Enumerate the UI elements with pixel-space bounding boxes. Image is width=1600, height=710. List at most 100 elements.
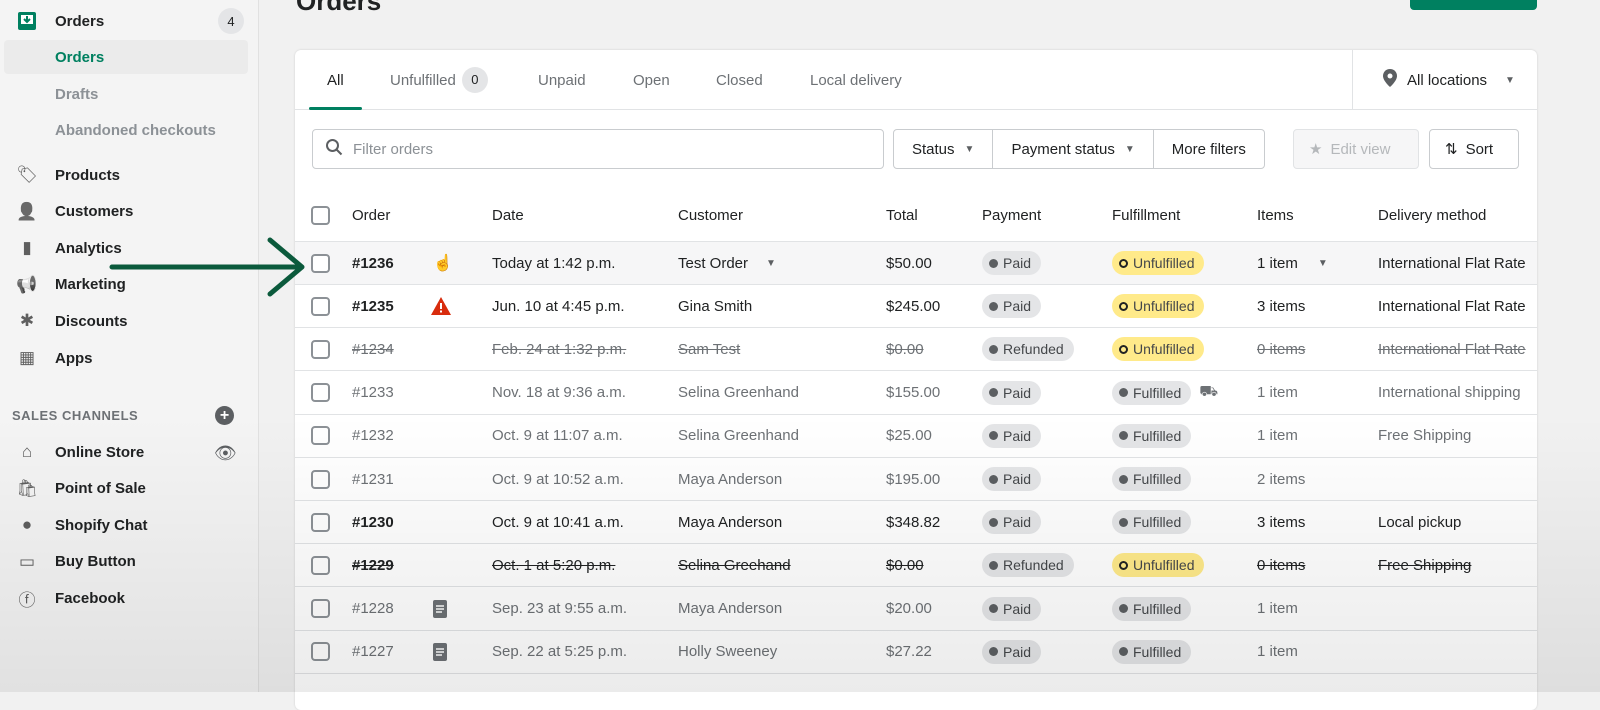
sidebar-item-label: Drafts <box>55 85 99 103</box>
header-delivery-method[interactable]: Delivery method <box>1378 190 1486 241</box>
sidebar-item-buy-button[interactable]: ▭ Buy Button <box>0 545 259 579</box>
table-row[interactable]: #1227 Sep. 22 at 5:25 p.m. Holly Sweeney… <box>295 631 1537 674</box>
payment-label: Refunded <box>1003 557 1064 574</box>
table-row[interactable]: #1228 Sep. 23 at 9:55 a.m. Maya Anderson… <box>295 588 1537 631</box>
row-checkbox[interactable] <box>311 426 330 446</box>
order-total: $50.00 <box>886 254 932 272</box>
fulfillment-label: Fulfilled <box>1133 600 1182 617</box>
sidebar-item-marketing[interactable]: 📢 Marketing <box>0 268 259 302</box>
table-row[interactable]: #1233 Nov. 18 at 9:36 a.m. Selina Greenh… <box>295 372 1537 415</box>
table-row[interactable]: #1234 Feb. 24 at 1:32 p.m. Sam Test $0.0… <box>295 328 1537 372</box>
eye-icon[interactable]: 👁 <box>214 443 237 464</box>
order-number[interactable]: #1236 <box>352 242 394 284</box>
more-filters-button[interactable]: More filters <box>1154 130 1264 168</box>
customer-name: Maya Anderson <box>678 600 783 618</box>
tab-all[interactable]: All <box>309 50 362 110</box>
order-number[interactable]: #1233 <box>352 372 394 414</box>
order-date: Oct. 1 at 5:20 p.m. <box>492 556 616 574</box>
row-checkbox[interactable] <box>311 339 330 359</box>
customer-cell[interactable]: Test Order ▼ <box>678 242 776 284</box>
sort-icon: ⇅ <box>1445 141 1458 158</box>
tab-unpaid[interactable]: Unpaid <box>538 50 586 110</box>
sidebar-item-discounts[interactable]: ✱ Discounts <box>0 304 259 338</box>
order-number[interactable]: #1228 <box>352 588 394 630</box>
status-filter-button[interactable]: Status ▼ <box>894 130 994 168</box>
tab-label: Unpaid <box>538 71 586 89</box>
row-checkbox[interactable] <box>311 642 330 662</box>
items-cell: 1 item <box>1257 372 1298 414</box>
sidebar-item-shopify-chat[interactable]: ● Shopify Chat <box>0 508 259 542</box>
order-date: Sep. 23 at 9:55 a.m. <box>492 600 628 618</box>
table-row[interactable]: #1230 Oct. 9 at 10:41 a.m. Maya Anderson… <box>295 501 1537 545</box>
header-date[interactable]: Date <box>492 190 524 241</box>
sort-button[interactable]: ⇅ Sort <box>1429 129 1519 169</box>
header-customer[interactable]: Customer <box>678 190 743 241</box>
order-number[interactable]: #1234 <box>352 328 394 370</box>
table-row[interactable]: #1229 Oct. 1 at 5:20 p.m. Selina Greehan… <box>295 544 1537 588</box>
order-number[interactable]: #1231 <box>352 458 394 500</box>
row-checkbox[interactable] <box>311 383 330 403</box>
add-sales-channel-icon[interactable]: + <box>215 406 234 425</box>
order-number[interactable]: #1230 <box>352 501 394 543</box>
chevron-down-icon[interactable]: ▼ <box>766 258 776 269</box>
header-items[interactable]: Items <box>1257 190 1294 241</box>
tab-closed[interactable]: Closed <box>716 50 763 110</box>
fulfillment-badge: Unfulfilled <box>1112 251 1205 275</box>
row-checkbox[interactable] <box>311 253 330 273</box>
sidebar-subitem-orders[interactable]: Orders <box>4 40 248 74</box>
customer-name: Sam Test <box>678 340 741 358</box>
row-checkbox[interactable] <box>311 599 330 619</box>
order-number[interactable]: #1229 <box>352 544 394 586</box>
sidebar-item-label: Shopify Chat <box>55 516 148 534</box>
order-total: $0.00 <box>886 340 924 358</box>
table-row[interactable]: #1231 Oct. 9 at 10:52 a.m. Maya Anderson… <box>295 458 1537 501</box>
fulfillment-badge: Fulfilled <box>1112 639 1192 664</box>
delivery-method: International Flat Rate <box>1378 254 1526 272</box>
search-input[interactable] <box>353 140 853 158</box>
sidebar-item-facebook[interactable]: ⓕ Facebook <box>0 581 259 615</box>
location-selector[interactable]: All locations ▼ <box>1352 50 1537 110</box>
items-cell: 3 items <box>1257 501 1305 543</box>
header-payment[interactable]: Payment <box>982 190 1041 241</box>
chevron-down-icon[interactable]: ▼ <box>1318 258 1328 269</box>
sidebar-item-analytics[interactable]: ▮ Analytics <box>0 231 259 265</box>
row-checkbox[interactable] <box>311 555 330 575</box>
header-total[interactable]: Total <box>886 190 918 241</box>
tab-unfulfilled[interactable]: Unfulfilled 0 <box>390 50 488 110</box>
table-row[interactable]: #1236 ☝ Today at 1:42 p.m. Test Order ▼ $5… <box>295 242 1537 285</box>
shopping-bag-icon: 🛍 <box>16 478 38 498</box>
row-checkbox[interactable] <box>311 296 330 316</box>
order-number[interactable]: #1227 <box>352 631 394 673</box>
payment-label: Refunded <box>1003 341 1064 358</box>
order-number[interactable]: #1235 <box>352 285 394 327</box>
sidebar-item-products[interactable]: 🏷 Products <box>0 158 259 192</box>
payment-status-filter-button[interactable]: Payment status ▼ <box>993 130 1154 168</box>
order-total: $0.00 <box>886 556 924 574</box>
sidebar-item-customers[interactable]: 👤 Customers <box>0 195 259 229</box>
sidebar-item-point-of-sale[interactable]: 🛍 Point of Sale <box>0 472 259 506</box>
payment-label: Paid <box>1003 471 1032 487</box>
row-checkbox[interactable] <box>311 469 330 489</box>
sidebar-subitem-abandoned-checkouts[interactable]: Abandoned checkouts <box>0 113 259 147</box>
payment-label: Paid <box>1003 427 1032 444</box>
items-cell[interactable]: 1 item ▼ <box>1257 242 1328 284</box>
tab-local-delivery[interactable]: Local delivery <box>810 50 902 110</box>
header-order[interactable]: Order <box>352 190 390 241</box>
header-fulfillment[interactable]: Fulfillment <box>1112 190 1180 241</box>
sidebar-item-orders[interactable]: Orders 4 <box>0 4 259 38</box>
primary-action-button[interactable] <box>1410 0 1537 10</box>
tab-open[interactable]: Open <box>633 50 670 110</box>
tab-label: Closed <box>716 71 763 89</box>
table-row[interactable]: #1235 Jun. 10 at 4:45 p.m. Gina Smith $2… <box>295 285 1537 329</box>
customer-cell: Gina Smith <box>678 285 752 327</box>
select-all-checkbox[interactable] <box>311 206 330 225</box>
filter-orders-search[interactable] <box>312 129 884 169</box>
sidebar-subitem-drafts[interactable]: Drafts <box>0 77 259 111</box>
status-dot-icon <box>1119 517 1128 527</box>
fulfillment-badge: Fulfilled <box>1112 423 1192 448</box>
table-row[interactable]: #1232 Oct. 9 at 11:07 a.m. Selina Greenh… <box>295 415 1537 458</box>
order-number[interactable]: #1232 <box>352 415 394 457</box>
row-checkbox[interactable] <box>311 512 330 532</box>
edit-view-button[interactable]: ★ Edit view <box>1293 129 1419 169</box>
sidebar-item-apps[interactable]: ▦ Apps <box>0 341 259 375</box>
